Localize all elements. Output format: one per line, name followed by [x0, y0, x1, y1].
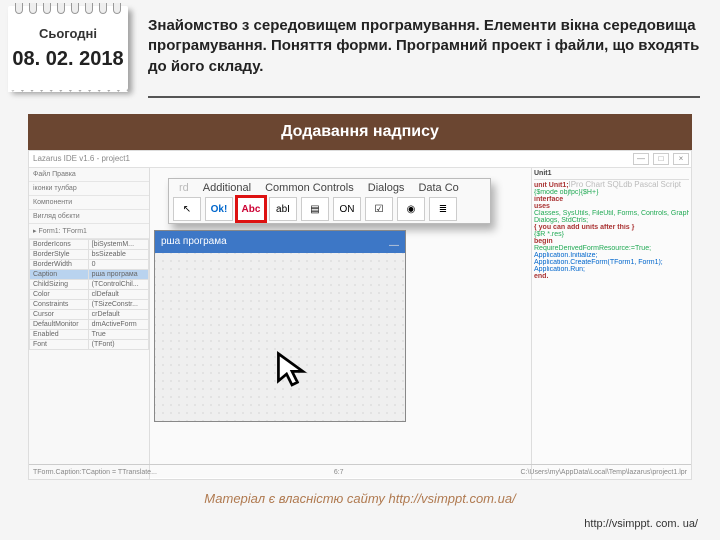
- center-area: rd Additional Common Controls Dialogs Da…: [150, 168, 531, 480]
- code-line: { you can add units after this }: [534, 224, 689, 231]
- tab-common-controls[interactable]: Common Controls: [261, 181, 358, 195]
- tool-radiobutton-icon[interactable]: ◉: [397, 197, 425, 221]
- code-line: {$R *.res}: [534, 231, 689, 238]
- lesson-topic: Знайомство з середовищем програмування. …: [148, 16, 700, 77]
- date-value: 08. 02. 2018: [8, 48, 128, 71]
- property-row[interactable]: Font(TFont): [30, 340, 149, 350]
- object-tree-node[interactable]: ▸ Form1: TForm1: [29, 224, 149, 239]
- form-titlebar: рша програма —: [155, 231, 405, 253]
- ide-title-text: Lazarus IDE v1.6 - project1: [33, 154, 130, 163]
- property-row[interactable]: EnabledTrue: [30, 330, 149, 340]
- spiral-binding: [8, 3, 128, 13]
- property-row[interactable]: ColorclDefault: [30, 290, 149, 300]
- form-grid[interactable]: [155, 253, 405, 421]
- property-grid[interactable]: BorderIcons[biSystemM...BorderStylebsSiz…: [29, 239, 149, 350]
- object-tree-label: Вигляд обєкти: [29, 210, 149, 224]
- property-row[interactable]: Constraints(TSizeConstr...: [30, 300, 149, 310]
- ide-titlebar: Lazarus IDE v1.6 - project1 — □ ×: [29, 151, 691, 168]
- palette-tabs-far: IPro Chart SQLdb Pascal Script: [569, 180, 682, 189]
- tool-statictext[interactable]: abI: [269, 197, 297, 221]
- tab-additional[interactable]: Additional: [199, 181, 255, 195]
- components-label: Компоненти: [29, 196, 149, 210]
- today-label: Сьогодні: [8, 26, 128, 41]
- status-mid: 6:7: [334, 469, 344, 476]
- tool-cursor-icon[interactable]: ↖: [173, 197, 201, 221]
- form-designer[interactable]: рша програма —: [154, 230, 406, 422]
- form-title-text: рша програма: [161, 236, 227, 247]
- footer-credit: Матеріал є власністю сайту http://vsimpp…: [0, 491, 720, 506]
- property-row[interactable]: Captionрша програма: [30, 270, 149, 280]
- code-line: Application.Run;: [534, 266, 689, 273]
- source-tab[interactable]: Unit1: [534, 170, 689, 180]
- ide-screenshot: Lazarus IDE v1.6 - project1 — □ × Файл П…: [28, 150, 692, 480]
- code-line: Classes, SysUtils, FileUtil, Forms, Cont…: [534, 210, 689, 217]
- status-right: C:\Users\my\AppData\Local\Temp\lazarus\p…: [520, 469, 687, 476]
- close-icon[interactable]: ×: [673, 153, 689, 165]
- code-line: Dialogs, StdCtrls;: [534, 217, 689, 224]
- tool-togglebox[interactable]: ON: [333, 197, 361, 221]
- tab-data[interactable]: Data Co: [414, 181, 462, 195]
- source-editor[interactable]: Unit1 unit Unit1;{$mode objfpc}{$H+}inte…: [531, 168, 691, 480]
- palette-tabs: rd Additional Common Controls Dialogs Da…: [173, 179, 486, 197]
- code-line: begin: [534, 238, 689, 245]
- property-row[interactable]: ChildSizing(TControlChil...: [30, 280, 149, 290]
- date-notepad: Сьогодні 08. 02. 2018: [8, 6, 128, 90]
- status-left: TForm.Caption:TCaption = TTranslate...: [33, 469, 157, 476]
- code-line: uses: [534, 203, 689, 210]
- mouse-cursor-icon: [275, 351, 309, 389]
- property-row[interactable]: BorderStylebsSizeable: [30, 250, 149, 260]
- component-palette-popup: rd Additional Common Controls Dialogs Da…: [168, 178, 491, 224]
- code-line: Application.CreateForm(TForm1, Form1);: [534, 259, 689, 266]
- tool-document-icon[interactable]: ▤: [301, 197, 329, 221]
- tool-listbox-icon[interactable]: ≣: [429, 197, 457, 221]
- palette-tools: ↖ Ok! Abc abI ▤ ON ☑ ◉ ≣: [173, 197, 486, 221]
- paper-tear: [8, 86, 128, 92]
- code-line: {$mode objfpc}{$H+}: [534, 189, 689, 196]
- menu-blur: Файл Правка: [29, 168, 149, 182]
- tab-faded-left: rd: [175, 181, 193, 195]
- window-buttons: — □ ×: [633, 153, 689, 165]
- horizontal-rule: [148, 96, 700, 98]
- property-row[interactable]: BorderWidth0: [30, 260, 149, 270]
- toolbar-blur: іконки тулбар: [29, 182, 149, 196]
- code-line: RequireDerivedFormResource:=True;: [534, 245, 689, 252]
- left-panel: Файл Правка іконки тулбар Компоненти Виг…: [29, 168, 150, 480]
- footer-url: http://vsimppt. com. ua/: [584, 518, 698, 530]
- tool-bitbtn[interactable]: Ok!: [205, 197, 233, 221]
- code-line: end.: [534, 273, 689, 280]
- minimize-icon[interactable]: —: [633, 153, 649, 165]
- maximize-icon[interactable]: □: [653, 153, 669, 165]
- property-row[interactable]: CursorcrDefault: [30, 310, 149, 320]
- code-line: Application.Initialize;: [534, 252, 689, 259]
- property-row[interactable]: BorderIcons[biSystemM...: [30, 240, 149, 250]
- tab-dialogs[interactable]: Dialogs: [364, 181, 409, 195]
- tool-checkbox-icon[interactable]: ☑: [365, 197, 393, 221]
- code-line: interface: [534, 196, 689, 203]
- section-banner: Додавання надпису: [28, 114, 692, 150]
- status-bar: TForm.Caption:TCaption = TTranslate... 6…: [29, 464, 691, 479]
- tool-label-selected[interactable]: Abc: [237, 197, 265, 221]
- property-row[interactable]: DefaultMonitordmActiveForm: [30, 320, 149, 330]
